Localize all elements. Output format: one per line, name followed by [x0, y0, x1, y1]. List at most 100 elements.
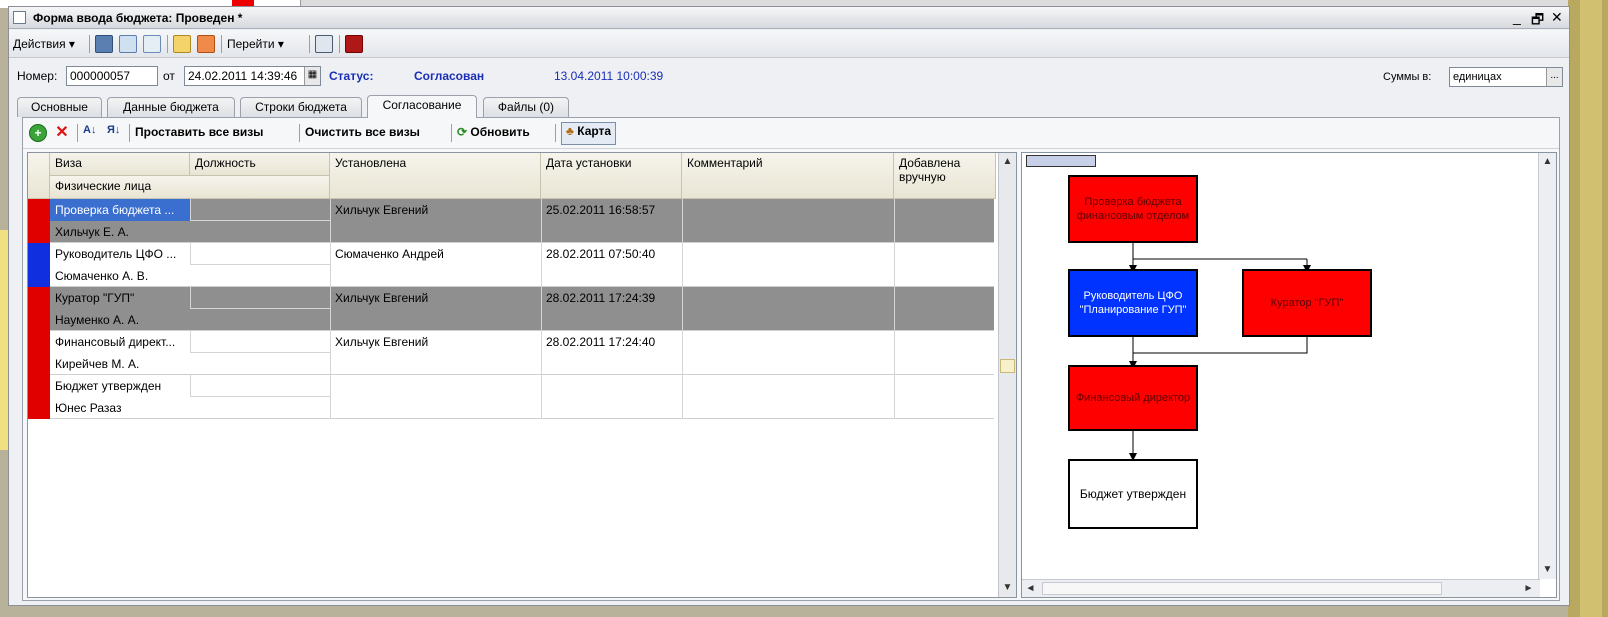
grid-column-divider [894, 375, 895, 419]
visa-cell: Куратор "ГУП" [55, 291, 135, 305]
scroll-left-icon[interactable]: ◄ [1022, 580, 1039, 597]
tab-budget-data[interactable]: Данные бюджета [107, 97, 235, 117]
scroll-thumb[interactable] [1042, 582, 1442, 595]
scroll-up-icon[interactable]: ▲ [999, 153, 1016, 171]
map-node-label: Руководитель ЦФО "Планирование ГУП" [1079, 290, 1187, 316]
grid-column-divider [682, 375, 683, 419]
map-node-check[interactable]: Проверка бюджета финансовым отделом [1068, 175, 1198, 243]
structure-icon[interactable] [345, 35, 363, 53]
scroll-down-icon[interactable]: ▼ [999, 579, 1016, 597]
table-row[interactable]: Финансовый директ... Кирейчев М. А. Хильчу… [28, 331, 994, 375]
grid-column-divider [330, 199, 331, 243]
table-row[interactable]: Руководитель ЦФО ... Сюмаченко А. В. Сюмач… [28, 243, 994, 287]
grid-column-divider [330, 331, 331, 375]
toolbar-separator [299, 124, 300, 142]
column-header-added-manually[interactable]: Добавлена вручную [894, 153, 996, 199]
sort-descending-icon[interactable]: Я↓ [107, 124, 125, 142]
map-node-cfo[interactable]: Руководитель ЦФО "Планирование ГУП" [1068, 269, 1198, 337]
tab-main[interactable]: Основные [17, 97, 102, 117]
ellipsis-icon[interactable]: ... [1546, 68, 1562, 86]
map-node-approved[interactable]: Бюджет утвержден [1068, 459, 1198, 529]
document-icon [13, 11, 26, 24]
post-icon[interactable] [173, 35, 191, 53]
toolbar-separator [555, 124, 556, 142]
grid-column-divider [541, 199, 542, 243]
map-label: Карта [577, 124, 612, 138]
status-marker [28, 375, 50, 419]
map-node-curator[interactable]: Куратор "ГУП" [1242, 269, 1372, 337]
grid-column-divider [330, 287, 331, 331]
toolbar-separator [339, 35, 340, 53]
set-all-visas-button[interactable]: Проставить все визы [135, 125, 263, 139]
column-header-comment[interactable]: Комментарий [682, 153, 894, 199]
map-button[interactable]: ♣ Карта [561, 122, 617, 145]
table-row[interactable]: Куратор "ГУП" Науменко А. А. Хильчук Евген… [28, 287, 994, 331]
report-icon[interactable] [315, 35, 333, 53]
from-label: от [163, 69, 175, 83]
approval-panel: + ✕ A↓ Я↓ Проставить все визы Очистить в… [22, 117, 1560, 601]
map-vertical-scrollbar[interactable]: ▲ ▼ [1538, 153, 1556, 579]
grid-column-divider [541, 243, 542, 287]
refresh-label: Обновить [470, 125, 530, 139]
minimize-button[interactable]: _ [1513, 9, 1521, 25]
window-title: Форма ввода бюджета: Проведен * [33, 11, 243, 25]
scroll-thumb[interactable] [1000, 359, 1015, 373]
table-row[interactable]: Бюджет утвержден Юнес Разаз [28, 375, 994, 419]
goto-menu[interactable]: Перейти ▾ [227, 35, 284, 53]
column-header-visa[interactable]: Виза [50, 153, 190, 176]
grid-column-divider [894, 243, 895, 287]
chevron-down-icon: ▾ [277, 37, 284, 51]
background-left-edge [0, 230, 8, 450]
refresh-button[interactable]: ⟳ Обновить [457, 125, 530, 139]
toolbar-separator [89, 35, 90, 53]
tab-files[interactable]: Файлы (0) [483, 97, 569, 117]
clear-all-visas-button[interactable]: Очистить все визы [305, 125, 420, 139]
map-node-fin-director[interactable]: Финансовый директор [1068, 365, 1198, 431]
scroll-right-icon[interactable]: ► [1520, 580, 1537, 597]
date-field[interactable]: 24.02.2011 14:39:46 ▦ [184, 66, 321, 86]
actions-menu[interactable]: Действия ▾ [13, 35, 75, 53]
position-cell [190, 375, 330, 397]
add-icon[interactable]: + [29, 124, 47, 142]
tab-approval[interactable]: Согласование [367, 95, 477, 118]
position-cell [190, 199, 330, 221]
refresh-doc-icon[interactable] [143, 35, 161, 53]
position-cell [190, 331, 330, 353]
grid-marker-header [28, 153, 50, 199]
unpost-icon[interactable] [197, 35, 215, 53]
toolbar-separator [129, 124, 130, 142]
sums-select[interactable]: единицах... [1449, 67, 1563, 87]
status-marker [28, 199, 50, 243]
status-marker [28, 331, 50, 375]
date-cell: 28.02.2011 07:50:40 [546, 247, 656, 261]
scroll-down-icon[interactable]: ▼ [1539, 561, 1556, 579]
set-by-cell: Хильчук Евгений [335, 291, 429, 305]
chevron-down-icon: ▾ [68, 37, 75, 51]
column-header-set-by[interactable]: Установлена [330, 153, 541, 199]
calendar-icon[interactable]: ▦ [304, 67, 320, 85]
table-row[interactable]: Проверка бюджета ... Хильчук Е. А. Хильчук… [28, 199, 994, 243]
save-close-icon[interactable] [95, 35, 113, 53]
column-header-position[interactable]: Должность [190, 153, 330, 176]
column-header-persons[interactable]: Физические лица [50, 176, 330, 199]
toolbar-separator [309, 35, 310, 53]
grid-vertical-scrollbar[interactable]: ▲ ▼ [998, 153, 1016, 597]
visa-cell: Финансовый директ... [55, 335, 176, 349]
column-header-date[interactable]: Дата установки [541, 153, 682, 199]
person-cell: Науменко А. А. [55, 313, 140, 327]
scroll-up-icon[interactable]: ▲ [1539, 153, 1556, 171]
grid-column-divider [682, 243, 683, 287]
status-date: 13.04.2011 10:00:39 [554, 69, 664, 83]
map-node-label: Проверка бюджета финансовым отделом [1076, 196, 1190, 222]
sort-ascending-icon[interactable]: A↓ [83, 124, 101, 142]
person-cell: Хильчук Е. А. [55, 225, 130, 239]
map-horizontal-scrollbar[interactable]: ◄ ► [1022, 579, 1540, 597]
number-field[interactable]: 000000057 [66, 66, 158, 86]
approval-toolbar: + ✕ A↓ Я↓ Проставить все визы Очистить в… [23, 118, 1559, 149]
delete-icon[interactable]: ✕ [53, 124, 71, 142]
number-label: Номер: [17, 69, 58, 83]
save-icon[interactable] [119, 35, 137, 53]
close-button[interactable]: ✕ [1551, 9, 1563, 26]
tab-budget-rows[interactable]: Строки бюджета [240, 97, 362, 117]
visa-cell: Руководитель ЦФО ... [55, 247, 177, 261]
